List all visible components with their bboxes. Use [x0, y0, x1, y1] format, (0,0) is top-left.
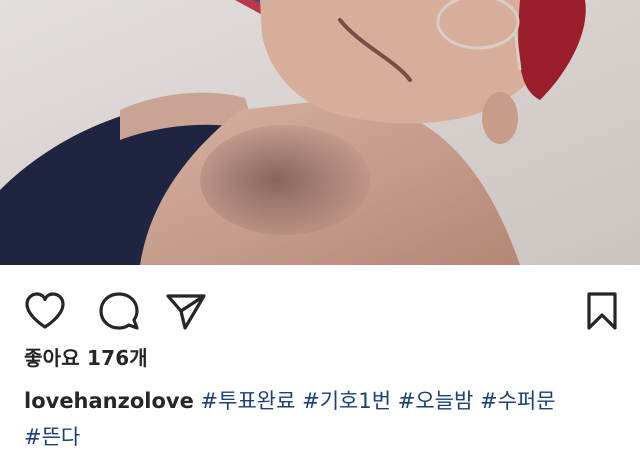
share-button[interactable] [162, 287, 210, 335]
caption-username[interactable]: lovehanzolove [24, 389, 194, 413]
bookmark-icon [587, 292, 617, 330]
hashtag-link[interactable]: #뜬다 [24, 425, 80, 449]
send-icon [166, 294, 206, 330]
like-button[interactable] [21, 287, 69, 335]
comment-icon [99, 292, 139, 330]
post-action-bar [0, 265, 640, 345]
heart-icon [25, 292, 65, 329]
hashtag-link[interactable]: #투표완료 [201, 389, 296, 413]
hashtag-link[interactable]: #오늘밤 [398, 389, 474, 413]
hashtag-link[interactable]: #수퍼문 [480, 389, 556, 413]
save-button[interactable] [578, 287, 626, 335]
comment-button[interactable] [95, 287, 143, 335]
selfie-photo-illustration [0, 0, 640, 265]
likes-count[interactable]: 좋아요 176개 [24, 342, 148, 371]
post-caption: lovehanzolove #투표완료 #기호1번 #오늘밤 #수퍼문 #뜬다 [24, 383, 616, 455]
post-photo[interactable] [0, 0, 640, 265]
hashtag-link[interactable]: #기호1번 [302, 389, 391, 413]
